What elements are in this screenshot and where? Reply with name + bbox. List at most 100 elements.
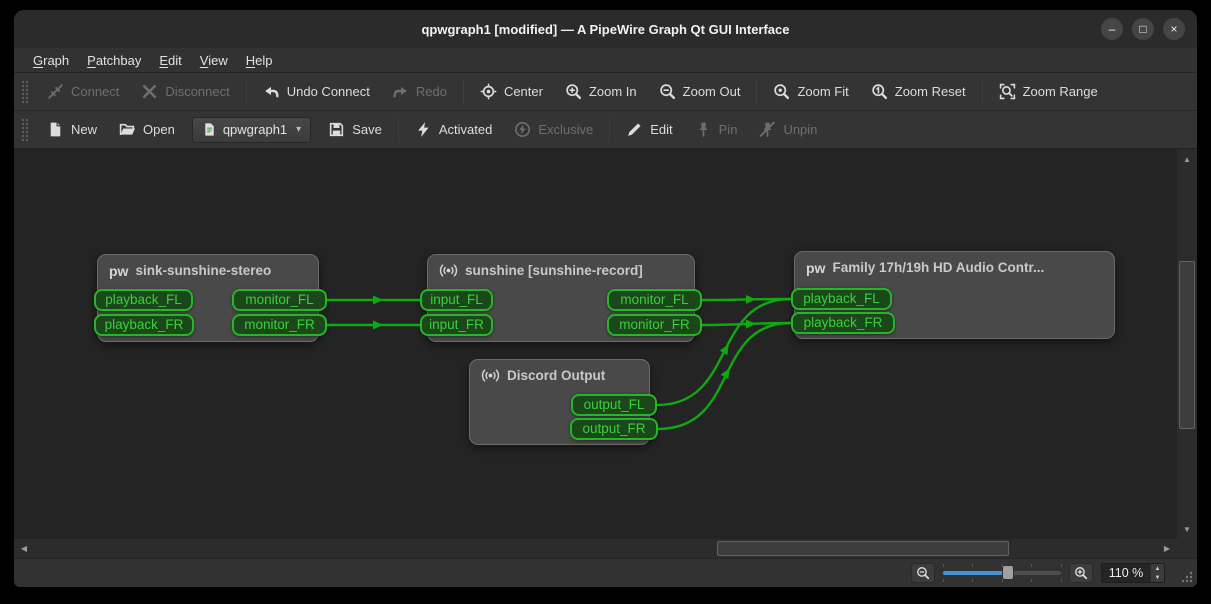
zoom-in-icon — [1074, 566, 1088, 580]
zoom-out-button[interactable] — [911, 563, 935, 583]
toolbar-button-label: Center — [504, 84, 543, 99]
port-family-17h-19h-hd-audio-contr-playback_FL[interactable]: playback_FL — [791, 288, 892, 310]
port-sink-sunshine-stereo-playback_FR[interactable]: playback_FR — [94, 314, 194, 336]
zoom-in-icon — [565, 83, 582, 100]
patchbay-select[interactable]: qpwgraph1▾ — [192, 117, 311, 143]
center-icon — [480, 83, 497, 100]
menu-graph[interactable]: Graph — [24, 51, 78, 70]
zoom-fit-icon — [773, 83, 790, 100]
scroll-right-arrow-icon[interactable]: ▶ — [1157, 539, 1177, 558]
title-bar[interactable]: qpwgraph1 [modified] — A PipeWire Graph … — [14, 10, 1197, 48]
toolbar-button-label: Pin — [719, 122, 738, 137]
toolbar-file: NewOpenqpwgraph1▾ Save Activated Exclusive E… — [14, 110, 1197, 148]
horizontal-scrollbar[interactable]: ◀ ▶ — [14, 539, 1177, 558]
port-discord-output-output_FL[interactable]: output_FL — [571, 394, 657, 416]
toolbar-button-label: Zoom Fit — [797, 84, 848, 99]
port-sunshine-sunshine-record-monitor_FR[interactable]: monitor_FR — [607, 314, 702, 336]
close-button[interactable]: × — [1163, 18, 1185, 40]
graph-canvas[interactable]: pwsink-sunshine-stereoplayback_FLplaybac… — [14, 148, 1177, 539]
vertical-scroll-thumb[interactable] — [1179, 261, 1195, 429]
node-title: sunshine [sunshine-record] — [465, 263, 643, 278]
unpin-icon — [759, 121, 776, 138]
toolbar-button-label: Undo Connect — [287, 84, 370, 99]
port-sink-sunshine-stereo-playback_FL[interactable]: playback_FL — [94, 289, 193, 311]
zoom-slider-handle[interactable] — [1002, 565, 1014, 580]
redo-icon — [392, 83, 409, 100]
zoom-in-button[interactable]: Zoom In — [554, 77, 648, 107]
activated-button[interactable]: Activated — [404, 115, 503, 145]
vertical-scrollbar[interactable]: ▲ ▼ — [1177, 148, 1197, 539]
save-icon — [328, 121, 345, 138]
scroll-up-arrow-icon[interactable]: ▲ — [1177, 149, 1197, 169]
connect-icon — [47, 83, 64, 100]
resize-grip[interactable] — [1180, 570, 1194, 584]
zoom-value: 110 % — [1102, 564, 1150, 582]
zoom-out-button[interactable]: Zoom Out — [648, 77, 752, 107]
toolbar-separator — [982, 80, 983, 104]
toolbar-button-label: Zoom Range — [1023, 84, 1098, 99]
scroll-left-arrow-icon[interactable]: ◀ — [14, 539, 34, 558]
slider-tick — [972, 564, 973, 567]
port-sunshine-sunshine-record-input_FR[interactable]: input_FR — [420, 314, 493, 336]
node-header: sunshine [sunshine-record] — [428, 255, 694, 278]
status-bar: 110 % ▲ ▼ — [14, 558, 1197, 587]
wire-arrow-icon — [721, 366, 734, 379]
menu-patchbay[interactable]: Patchbay — [78, 51, 150, 70]
app-window: qpwgraph1 [modified] — A PipeWire Graph … — [14, 10, 1197, 587]
node-header: pwsink-sunshine-stereo — [98, 255, 318, 278]
new-button[interactable]: New — [36, 115, 108, 145]
zoom-slider[interactable] — [943, 563, 1061, 583]
node-title: Family 17h/19h HD Audio Contr... — [832, 260, 1044, 275]
minimize-button[interactable]: – — [1101, 18, 1123, 40]
open-button[interactable]: Open — [108, 115, 186, 145]
port-sink-sunshine-stereo-monitor_FL[interactable]: monitor_FL — [232, 289, 327, 311]
center-button[interactable]: Center — [469, 77, 554, 107]
horizontal-scroll-track[interactable] — [34, 539, 1157, 558]
horizontal-scroll-thumb[interactable] — [717, 541, 1009, 556]
undo-connect-button[interactable]: Undo Connect — [252, 77, 381, 107]
toolbar-drag-handle[interactable] — [21, 118, 29, 142]
menu-view[interactable]: View — [191, 51, 237, 70]
scrollbar-corner — [1177, 539, 1197, 558]
toolbar-button-label: Redo — [416, 84, 447, 99]
zoom-range-icon — [999, 83, 1016, 100]
zoom-fit-button[interactable]: Zoom Fit — [762, 77, 859, 107]
toolbar-button-label: Save — [352, 122, 382, 137]
zoom-range-button[interactable]: Zoom Range — [988, 77, 1109, 107]
menu-edit[interactable]: Edit — [150, 51, 190, 70]
chevron-down-icon: ▾ — [296, 124, 301, 135]
toolbar-button-label: Exclusive — [538, 122, 593, 137]
port-sink-sunshine-stereo-monitor_FR[interactable]: monitor_FR — [232, 314, 327, 336]
scroll-down-arrow-icon[interactable]: ▼ — [1177, 519, 1197, 539]
spin-up-icon[interactable]: ▲ — [1151, 564, 1164, 573]
zoom-out-icon — [916, 566, 930, 580]
zoom-spinbox[interactable]: 110 % ▲ ▼ — [1101, 563, 1165, 583]
connection-wire[interactable] — [702, 323, 791, 325]
port-discord-output-output_FR[interactable]: output_FR — [570, 418, 658, 440]
toolbar-drag-handle[interactable] — [21, 80, 29, 104]
zoom-spin-buttons: ▲ ▼ — [1150, 564, 1164, 582]
toolbar-separator — [609, 118, 610, 142]
new-icon — [47, 121, 64, 138]
slider-tick — [1031, 564, 1032, 567]
window-controls: –□ × — [1101, 18, 1185, 40]
maximize-button[interactable]: □ — [1132, 18, 1154, 40]
slider-tick — [1002, 564, 1003, 567]
port-sunshine-sunshine-record-monitor_FL[interactable]: monitor_FL — [607, 289, 702, 311]
save-button[interactable]: Save — [317, 115, 393, 145]
unpin-button: Unpin — [748, 115, 828, 145]
menubar: GraphPatchbayEditViewHelp — [14, 48, 1197, 72]
vertical-scroll-track[interactable] — [1177, 169, 1197, 519]
port-sunshine-sunshine-record-input_FL[interactable]: input_FL — [420, 289, 493, 311]
zoom-in-button[interactable] — [1069, 563, 1093, 583]
edit-button[interactable]: Edit — [615, 115, 683, 145]
connection-wire[interactable] — [702, 299, 791, 300]
toolbar-main-buttons: ConnectDisconnectUndo ConnectRedoCenterZ… — [36, 77, 1109, 107]
toolbar-button-label: Zoom Out — [683, 84, 741, 99]
toolbar-button-label: Disconnect — [165, 84, 229, 99]
exclusive-button: Exclusive — [503, 115, 604, 145]
spin-down-icon[interactable]: ▼ — [1151, 573, 1164, 582]
zoom-reset-button[interactable]: Zoom Reset — [860, 77, 977, 107]
menu-help[interactable]: Help — [237, 51, 282, 70]
port-family-17h-19h-hd-audio-contr-playback_FR[interactable]: playback_FR — [791, 312, 895, 334]
